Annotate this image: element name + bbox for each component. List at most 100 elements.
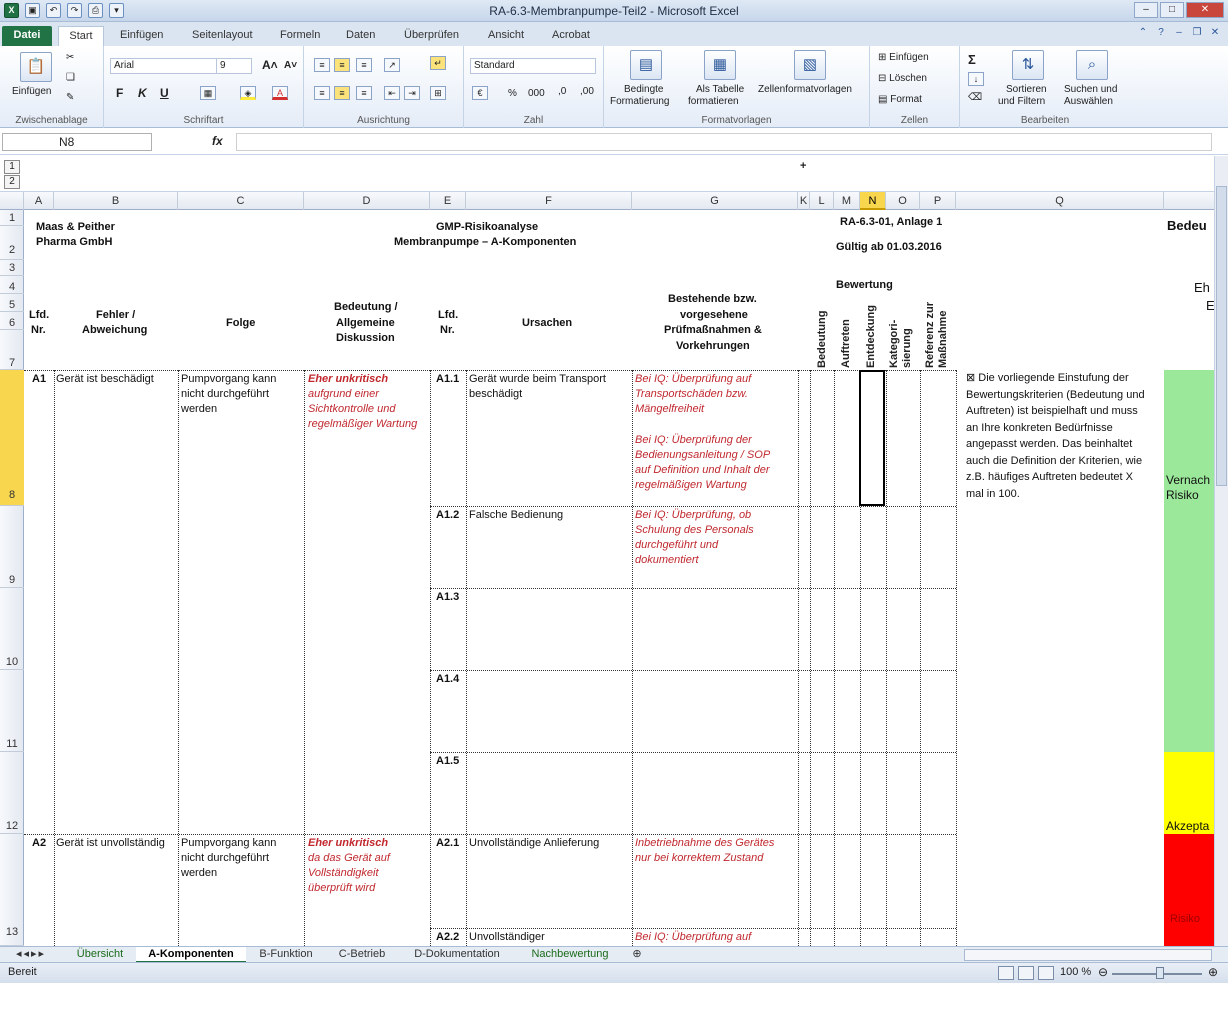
tab-start[interactable]: Start	[58, 26, 104, 46]
grow-font-icon[interactable]: A˄	[262, 58, 278, 72]
underline-button[interactable]: U	[160, 86, 169, 100]
autosum-icon[interactable]: Σ	[968, 52, 976, 67]
row-header-8[interactable]: 8	[0, 370, 24, 506]
tab-einfuegen[interactable]: Einfügen	[112, 26, 171, 46]
vertical-scrollbar[interactable]	[1214, 156, 1228, 946]
row-header-5[interactable]: 5	[0, 294, 24, 312]
row-header-4[interactable]: 4	[0, 276, 24, 294]
sort-filter-button[interactable]: Sortieren	[1006, 84, 1047, 95]
align-left-icon[interactable]: ≡	[314, 86, 330, 100]
row-header-2[interactable]: 2	[0, 226, 24, 260]
cell-styles-icon[interactable]: ▧	[794, 50, 826, 80]
cell-styles-button[interactable]: Zellenformatvorlagen	[758, 84, 852, 95]
column-header-f[interactable]: F	[466, 192, 632, 210]
format-table-button[interactable]: Als Tabelle	[696, 84, 744, 95]
column-header-o[interactable]: O	[886, 192, 920, 210]
collapse-ribbon-icon[interactable]: ⌃	[1136, 26, 1150, 40]
merge-center-icon[interactable]: ⊞	[430, 86, 446, 100]
tab-acrobat[interactable]: Acrobat	[544, 26, 598, 46]
format-painter-icon[interactable]: ✎	[66, 92, 74, 103]
bold-button[interactable]: F	[116, 86, 123, 100]
paste-icon[interactable]: 📋	[20, 52, 52, 82]
font-name-select[interactable]: Arial	[110, 58, 220, 74]
italic-button[interactable]: K	[138, 86, 147, 100]
normal-view-icon[interactable]	[998, 966, 1014, 980]
column-header-k[interactable]: K	[798, 192, 810, 210]
column-header-next[interactable]	[1164, 192, 1214, 210]
column-header-q[interactable]: Q	[956, 192, 1164, 210]
maximize-icon[interactable]: □	[1160, 2, 1184, 18]
fill-color-icon[interactable]: ◈	[240, 86, 256, 100]
sheet-tab-a-komponenten[interactable]: A-Komponenten	[136, 947, 246, 963]
row-header-9[interactable]: 9	[0, 506, 24, 588]
align-top-icon[interactable]: ≡	[314, 58, 330, 72]
column-header-m[interactable]: M	[834, 192, 860, 210]
percent-button[interactable]: %	[508, 88, 517, 99]
column-header-b[interactable]: B	[54, 192, 178, 210]
minimize-icon[interactable]: –	[1134, 2, 1158, 18]
column-header-p[interactable]: P	[920, 192, 956, 210]
align-middle-icon[interactable]: ≡	[334, 58, 350, 72]
zoom-in-icon[interactable]: ⊕	[1208, 965, 1218, 979]
sheet-tab-b-funktion[interactable]: B-Funktion	[250, 947, 322, 963]
worksheet-grid[interactable]: Maas & Peither Pharma GmbH GMP-Risikoana…	[24, 210, 1214, 946]
tab-seitenlayout[interactable]: Seitenlayout	[184, 26, 261, 46]
thousands-button[interactable]: 000	[528, 88, 545, 99]
tab-datei[interactable]: Datei	[2, 26, 52, 46]
column-header-c[interactable]: C	[178, 192, 304, 210]
column-header-n[interactable]: N	[860, 192, 886, 210]
sort-filter-icon[interactable]: ⇅	[1012, 50, 1044, 80]
paste-button[interactable]: Einfügen	[12, 86, 51, 97]
close-doc-icon[interactable]: ✕	[1208, 26, 1222, 40]
shrink-font-icon[interactable]: A˅	[284, 60, 297, 71]
format-table-icon[interactable]: ▦	[704, 50, 736, 80]
column-header-d[interactable]: D	[304, 192, 430, 210]
horizontal-scrollbar[interactable]	[964, 949, 1212, 961]
row-header-13[interactable]: 13	[0, 834, 24, 946]
font-size-select[interactable]: 9	[216, 58, 252, 74]
conditional-format-button[interactable]: Bedingte	[624, 84, 663, 95]
format-cells-button[interactable]: ▤ Format	[878, 94, 922, 105]
selected-cell-n8[interactable]	[859, 370, 885, 506]
copy-icon[interactable]: ❏	[66, 72, 75, 83]
column-header-l[interactable]: L	[810, 192, 834, 210]
formula-input[interactable]	[236, 133, 1212, 151]
column-header-e[interactable]: E	[430, 192, 466, 210]
sheet-tab-nachbewertung[interactable]: Nachbewertung	[518, 947, 622, 963]
borders-icon[interactable]: ▦	[200, 86, 216, 100]
row-header-6[interactable]: 6	[0, 312, 24, 330]
select-all-corner[interactable]	[0, 192, 24, 210]
conditional-format-button-2[interactable]: Formatierung	[610, 96, 669, 107]
column-header-a[interactable]: A	[24, 192, 54, 210]
new-sheet-icon[interactable]: ⊕	[626, 947, 648, 963]
insert-function-icon[interactable]: fx	[212, 134, 223, 148]
name-box[interactable]: N8	[2, 133, 152, 151]
tab-daten[interactable]: Daten	[338, 26, 383, 46]
insert-cells-button[interactable]: ⊞ Einfügen	[878, 52, 929, 63]
page-layout-view-icon[interactable]	[1018, 966, 1034, 980]
cut-icon[interactable]: ✂	[66, 52, 74, 63]
tab-ueberpruefen[interactable]: Überprüfen	[396, 26, 467, 46]
currency-icon[interactable]: €	[472, 86, 488, 100]
outline-level-2[interactable]: 2	[4, 175, 20, 189]
help-icon[interactable]: ?	[1154, 26, 1168, 40]
find-select-button[interactable]: Suchen und	[1064, 84, 1117, 95]
wrap-text-icon[interactable]: ↵	[430, 56, 446, 70]
outdent-icon[interactable]: ⇥	[404, 86, 420, 100]
column-header-g[interactable]: G	[632, 192, 798, 210]
sort-filter-button-2[interactable]: und Filtern	[998, 96, 1045, 107]
row-header-10[interactable]: 10	[0, 588, 24, 670]
minimize-doc-icon[interactable]: –	[1172, 26, 1186, 40]
align-bottom-icon[interactable]: ≡	[356, 58, 372, 72]
row-header-11[interactable]: 11	[0, 670, 24, 752]
delete-cells-button[interactable]: ⊟ Löschen	[878, 73, 927, 84]
sheet-tab-d-dokumentation[interactable]: D-Dokumentation	[402, 947, 512, 963]
clear-icon[interactable]: ⌫	[968, 92, 982, 103]
outline-level-1[interactable]: 1	[4, 160, 20, 174]
restore-doc-icon[interactable]: ❐	[1190, 26, 1204, 40]
sheet-nav-arrows-icon[interactable]: ◂◂▸▸	[4, 947, 58, 963]
conditional-format-icon[interactable]: ▤	[630, 50, 662, 80]
indent-icon[interactable]: ⇤	[384, 86, 400, 100]
format-table-button-2[interactable]: formatieren	[688, 96, 739, 107]
zoom-level[interactable]: 100 %	[1060, 966, 1091, 978]
